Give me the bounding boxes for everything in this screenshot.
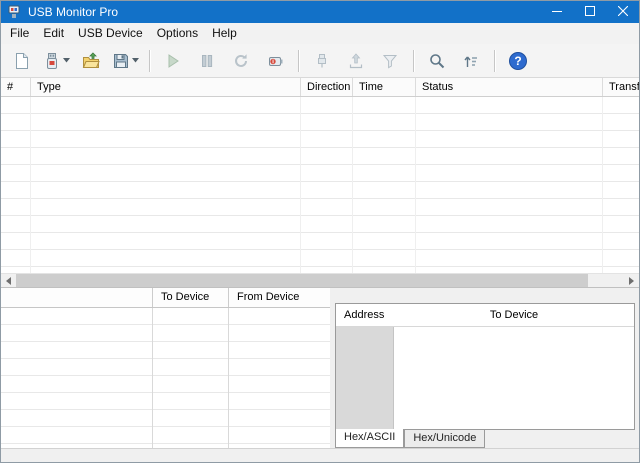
play-icon — [164, 52, 182, 70]
column-header-transferred[interactable]: Transferred — [603, 78, 639, 96]
status-bar — [1, 448, 639, 462]
column-header-type[interactable]: Type — [31, 78, 301, 96]
scroll-left-button[interactable] — [1, 274, 16, 287]
menu-options[interactable]: Options — [150, 23, 205, 44]
scroll-right-button[interactable] — [624, 274, 639, 287]
filter-button[interactable] — [376, 47, 404, 75]
event-list-body[interactable] — [1, 97, 639, 273]
window-title: USB Monitor Pro — [28, 5, 540, 19]
minimize-button[interactable] — [540, 1, 573, 23]
hex-view-tabs: Hex/ASCII Hex/Unicode — [335, 430, 635, 448]
usb-monitor-pro-window: USB Monitor Pro File Edit USB Device — [0, 0, 640, 463]
transfer-table-panel: To Device From Device — [1, 288, 330, 448]
filter-icon — [381, 52, 399, 70]
save-icon — [112, 52, 130, 70]
new-session-button[interactable] — [8, 47, 36, 75]
close-icon — [618, 3, 628, 21]
toolbar-separator — [413, 50, 414, 72]
usb-info-icon — [266, 52, 284, 70]
transfer-table-column — [153, 308, 229, 448]
pause-icon — [198, 52, 216, 70]
start-capture-button[interactable] — [159, 47, 187, 75]
maximize-button[interactable] — [573, 1, 606, 23]
refresh-icon — [232, 52, 250, 70]
transfer-table-column — [1, 308, 153, 448]
plug-icon — [313, 52, 331, 70]
to-device-data-header: To Device — [394, 304, 634, 326]
toolbar-separator — [149, 50, 150, 72]
save-dropdown-icon — [132, 58, 139, 63]
app-icon — [7, 5, 23, 19]
toolbar: ? — [1, 44, 639, 78]
usb-device-button[interactable] — [42, 47, 71, 75]
sort-ascending-icon — [462, 52, 480, 70]
scrollbar-thumb[interactable] — [16, 274, 588, 287]
transfer-column-header-from-device[interactable]: From Device — [229, 288, 330, 307]
help-button[interactable]: ? — [504, 47, 532, 75]
connect-device-button[interactable] — [308, 47, 336, 75]
toolbar-separator — [298, 50, 299, 72]
column-header-number[interactable]: # — [1, 78, 31, 96]
menu-bar: File Edit USB Device Options Help — [1, 23, 639, 44]
event-list-column — [416, 97, 603, 273]
open-button[interactable] — [77, 47, 105, 75]
usb-device-icon — [43, 52, 61, 70]
address-gutter — [336, 327, 394, 429]
menu-file[interactable]: File — [3, 23, 36, 44]
bottom-panels: To Device From Device Address To Device — [1, 287, 639, 448]
hex-data-body — [336, 327, 634, 429]
transfer-table-column — [229, 308, 330, 448]
save-button[interactable] — [111, 47, 140, 75]
hex-content-area[interactable] — [394, 327, 634, 429]
event-list-column — [31, 97, 301, 273]
event-list-column — [301, 97, 353, 273]
event-list-column — [603, 97, 639, 273]
close-button[interactable] — [606, 1, 639, 23]
address-column-header: Address — [336, 304, 394, 326]
menu-usb-device[interactable]: USB Device — [71, 23, 150, 44]
title-bar[interactable]: USB Monitor Pro — [1, 1, 639, 23]
event-list-header: # Type Direction Time Status Transferred — [1, 78, 639, 97]
new-document-icon — [13, 52, 31, 70]
scroll-right-icon — [629, 277, 634, 285]
usb-device-dropdown-icon — [63, 58, 70, 63]
search-button[interactable] — [423, 47, 451, 75]
minimize-icon — [552, 3, 562, 21]
hex-data-panel: Address To Device Hex/ASCII Hex/Unicode — [335, 288, 639, 448]
device-info-button[interactable] — [261, 47, 289, 75]
menu-edit[interactable]: Edit — [36, 23, 71, 44]
maximize-icon — [585, 3, 595, 21]
event-list-column — [353, 97, 416, 273]
svg-text:?: ? — [514, 54, 521, 68]
event-list-column — [1, 97, 31, 273]
toolbar-separator — [494, 50, 495, 72]
open-folder-icon — [82, 52, 100, 70]
window-controls — [540, 1, 639, 23]
transfer-table-body[interactable] — [1, 308, 330, 448]
menu-help[interactable]: Help — [205, 23, 244, 44]
upload-icon — [347, 52, 365, 70]
transfer-column-header-to-device[interactable]: To Device — [153, 288, 229, 307]
hex-data-header: Address To Device — [336, 304, 634, 327]
help-icon: ? — [508, 51, 528, 71]
hex-data-view[interactable]: Address To Device — [335, 303, 635, 430]
transfer-table-header: To Device From Device — [1, 288, 330, 308]
scrollbar-track[interactable] — [588, 274, 624, 287]
pause-capture-button[interactable] — [193, 47, 221, 75]
sort-button[interactable] — [457, 47, 485, 75]
tab-hex-unicode[interactable]: Hex/Unicode — [404, 430, 485, 448]
search-icon — [428, 52, 446, 70]
scroll-left-icon — [6, 277, 11, 285]
column-header-status[interactable]: Status — [416, 78, 603, 96]
column-header-direction[interactable]: Direction — [301, 78, 353, 96]
horizontal-scrollbar[interactable] — [1, 273, 639, 287]
export-button[interactable] — [342, 47, 370, 75]
column-header-time[interactable]: Time — [353, 78, 416, 96]
refresh-button[interactable] — [227, 47, 255, 75]
transfer-column-header-blank[interactable] — [1, 288, 153, 307]
tab-hex-ascii[interactable]: Hex/ASCII — [335, 429, 404, 448]
